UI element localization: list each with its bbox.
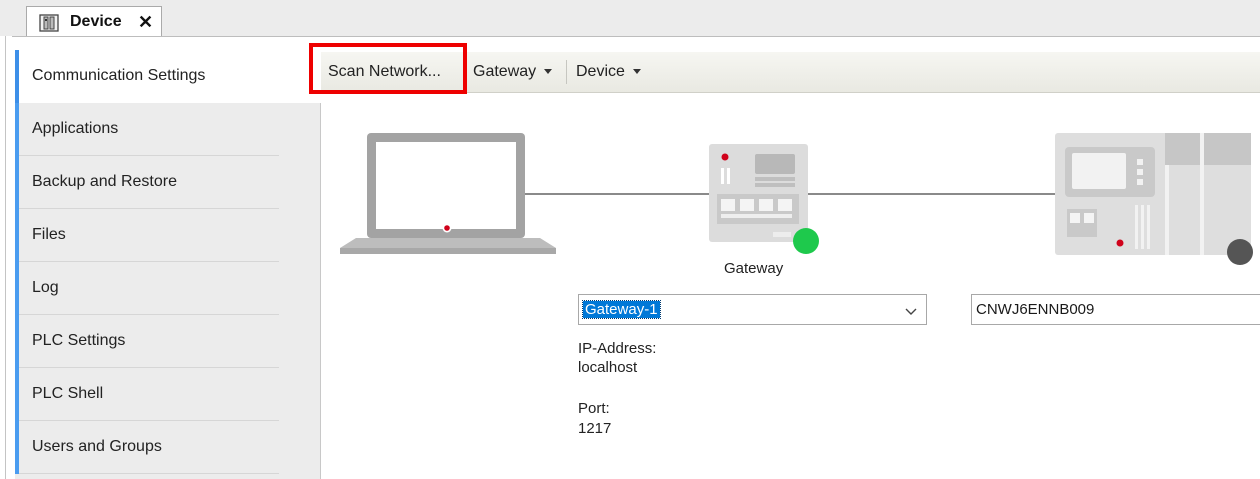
tab-baseline (12, 36, 1260, 37)
gateway-menu-button[interactable]: Gateway (467, 52, 561, 92)
sidebar-item-label: Files (32, 226, 66, 243)
tab-strip: Device ✕ (0, 0, 1260, 37)
tab-device[interactable]: Device ✕ (26, 6, 162, 37)
sidebar-item-communication-settings[interactable]: Communication Settings (15, 50, 321, 103)
sidebar-item-label: Backup and Restore (32, 173, 177, 190)
tab-title: Device (70, 13, 122, 30)
sidebar-item-label: Communication Settings (32, 67, 206, 84)
laptop-icon (340, 133, 556, 254)
device-name-field[interactable]: CNWJ6ENNB009 (971, 294, 1260, 325)
sidebar: Communication Settings Applications Back… (15, 50, 321, 479)
sidebar-item-label: Log (32, 279, 59, 296)
sidebar-item-label: Applications (32, 120, 119, 137)
ip-address-value: localhost (578, 359, 638, 376)
scan-network-label: Scan Network... (328, 63, 441, 80)
device-menu-button[interactable]: Device (570, 52, 656, 92)
gateway-select[interactable]: Gateway-1 (578, 294, 927, 325)
sidebar-item-users-and-groups[interactable]: Users and Groups (15, 421, 321, 474)
port-label: Port: (578, 400, 610, 417)
divider (19, 473, 279, 474)
device-icon (39, 13, 59, 38)
sidebar-item-backup-and-restore[interactable]: Backup and Restore (15, 156, 321, 209)
ip-address-label: IP-Address: (578, 340, 657, 357)
sidebar-item-label: PLC Settings (32, 332, 126, 349)
sidebar-item-files[interactable]: Files (15, 209, 321, 262)
frame-border (5, 36, 6, 479)
toolbar: Scan Network... Gateway Device (321, 52, 1260, 93)
port-value: 1217 (578, 420, 612, 437)
sidebar-item-label: Users and Groups (32, 438, 162, 455)
sidebar-item-applications[interactable]: Applications (15, 103, 321, 156)
chevron-down-icon (544, 69, 553, 75)
chevron-down-icon[interactable] (904, 304, 918, 322)
close-icon[interactable]: ✕ (138, 12, 153, 33)
chevron-down-icon (632, 69, 641, 75)
sidebar-item-label: PLC Shell (32, 385, 104, 402)
gateway-menu-label: Gateway (473, 63, 537, 80)
plc-device-icon (1055, 133, 1253, 265)
device-menu-label: Device (576, 63, 625, 80)
gateway-caption: Gateway (724, 260, 784, 277)
toolbar-separator (566, 60, 567, 84)
scan-network-button[interactable]: Scan Network... (321, 52, 467, 92)
gateway-select-value: Gateway-1 (582, 300, 661, 319)
sidebar-item-plc-settings[interactable]: PLC Settings (15, 315, 321, 368)
sidebar-item-plc-shell[interactable]: PLC Shell (15, 368, 321, 421)
connection-line (808, 193, 1058, 195)
sidebar-item-log[interactable]: Log (15, 262, 321, 315)
device-name-value: CNWJ6ENNB009 (976, 301, 1095, 318)
gateway-icon (709, 144, 819, 254)
